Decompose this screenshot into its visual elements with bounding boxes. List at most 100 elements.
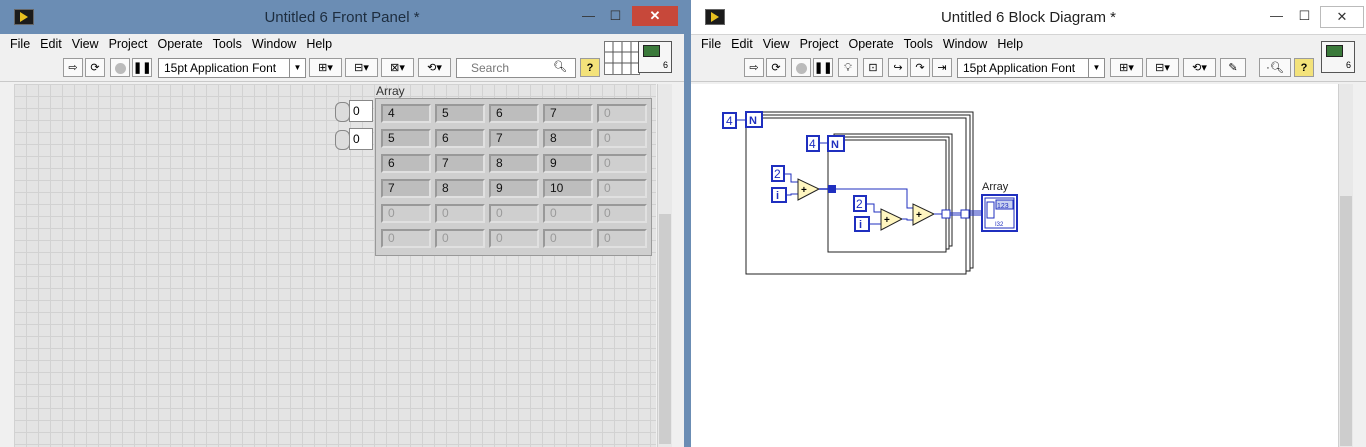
help-icon[interactable]: ? bbox=[580, 58, 600, 77]
menu-tools[interactable]: Tools bbox=[213, 35, 242, 53]
index-column-value[interactable]: 0 bbox=[349, 128, 373, 150]
distribute-objects-icon[interactable]: ⊟▾ bbox=[345, 58, 378, 77]
input-tunnel[interactable] bbox=[828, 185, 836, 193]
font-select[interactable]: 15pt Application Font ▼ bbox=[158, 58, 306, 78]
array-cell[interactable]: 0 bbox=[489, 229, 539, 248]
menu-operate[interactable]: Operate bbox=[848, 35, 893, 53]
block-diagram-vertical-scrollbar[interactable] bbox=[1338, 84, 1353, 447]
menu-file[interactable]: File bbox=[701, 35, 721, 53]
block-diagram-titlebar[interactable]: Untitled 6 Block Diagram * — ☐ ✕ bbox=[691, 0, 1366, 35]
menu-tools[interactable]: Tools bbox=[904, 35, 933, 53]
array-cell[interactable]: 0 bbox=[597, 104, 647, 123]
menu-help[interactable]: Help bbox=[306, 35, 332, 53]
run-continuously-icon[interactable]: ⟳ bbox=[766, 58, 786, 77]
array-cell[interactable]: 0 bbox=[435, 204, 485, 223]
abort-icon[interactable] bbox=[791, 58, 811, 77]
highlight-execution-icon[interactable]: 💡︎ bbox=[838, 58, 858, 77]
menu-view[interactable]: View bbox=[72, 35, 99, 53]
menu-edit[interactable]: Edit bbox=[40, 35, 62, 53]
clean-up-diagram-icon[interactable]: ✎ bbox=[1220, 58, 1246, 77]
array-cell[interactable]: 8 bbox=[435, 179, 485, 198]
array-cell[interactable]: 0 bbox=[597, 229, 647, 248]
index-spinner-icon[interactable] bbox=[335, 102, 350, 122]
array-cell[interactable]: 0 bbox=[435, 229, 485, 248]
array-cell[interactable]: 9 bbox=[543, 154, 593, 173]
scrollbar-thumb[interactable] bbox=[1340, 196, 1352, 446]
close-button[interactable]: ✕ bbox=[632, 6, 678, 26]
array-cell[interactable]: 0 bbox=[597, 204, 647, 223]
step-into-icon[interactable]: ↪ bbox=[888, 58, 908, 77]
menu-operate[interactable]: Operate bbox=[157, 35, 202, 53]
array-cell[interactable]: 10 bbox=[543, 179, 593, 198]
pause-icon[interactable]: ❚❚ bbox=[813, 58, 833, 77]
scrollbar-thumb[interactable] bbox=[659, 214, 671, 444]
array-cell[interactable]: 7 bbox=[435, 154, 485, 173]
pause-icon[interactable]: ❚❚ bbox=[132, 58, 152, 77]
step-out-icon[interactable]: ⇥ bbox=[932, 58, 952, 77]
inner-output-tunnel[interactable] bbox=[941, 209, 951, 219]
array-cell[interactable]: 0 bbox=[489, 204, 539, 223]
maximize-button[interactable]: ☐ bbox=[1291, 6, 1318, 26]
array-cell[interactable]: 9 bbox=[489, 179, 539, 198]
array-cell[interactable]: 0 bbox=[543, 229, 593, 248]
maximize-button[interactable]: ☐ bbox=[602, 6, 629, 26]
menu-file[interactable]: File bbox=[10, 35, 30, 53]
array-cell[interactable]: 7 bbox=[489, 129, 539, 148]
block-diagram-canvas[interactable]: 4 N 4 N 2 i + 2 i + + Array 123 I32 bbox=[691, 84, 1339, 447]
array-cell[interactable]: 0 bbox=[381, 204, 431, 223]
front-panel-titlebar[interactable]: Untitled 6 Front Panel * — ☐ ✕ bbox=[0, 0, 684, 34]
array-index-row[interactable]: 0 bbox=[335, 100, 373, 122]
minimize-button[interactable]: — bbox=[575, 6, 602, 26]
run-arrow-icon[interactable]: ⇨ bbox=[744, 58, 764, 77]
menu-edit[interactable]: Edit bbox=[731, 35, 753, 53]
array-cell[interactable]: 0 bbox=[597, 154, 647, 173]
array-cell[interactable]: 8 bbox=[489, 154, 539, 173]
vi-icon[interactable]: 6 bbox=[638, 41, 672, 73]
resize-objects-icon[interactable]: ⊠▾ bbox=[381, 58, 414, 77]
array-index-column[interactable]: 0 bbox=[335, 128, 373, 150]
distribute-objects-icon[interactable]: ⊟▾ bbox=[1146, 58, 1179, 77]
retain-wire-values-icon[interactable]: ⊡ bbox=[863, 58, 883, 77]
vi-icon[interactable]: 6 bbox=[1321, 41, 1355, 73]
inner-for-loop[interactable] bbox=[827, 139, 947, 253]
help-icon[interactable]: ? bbox=[1294, 58, 1314, 77]
array-cell[interactable]: 6 bbox=[435, 129, 485, 148]
array-cell[interactable]: 8 bbox=[543, 129, 593, 148]
array-cell[interactable]: 5 bbox=[435, 104, 485, 123]
menu-view[interactable]: View bbox=[763, 35, 790, 53]
menu-window[interactable]: Window bbox=[252, 35, 296, 53]
align-objects-icon[interactable]: ⊞▾ bbox=[1110, 58, 1143, 77]
index-row-value[interactable]: 0 bbox=[349, 100, 373, 122]
array-cell[interactable]: 6 bbox=[489, 104, 539, 123]
array-cell[interactable]: 0 bbox=[597, 179, 647, 198]
connector-pane[interactable] bbox=[604, 41, 640, 75]
outer-output-tunnel[interactable] bbox=[960, 209, 970, 219]
minimize-button[interactable]: — bbox=[1263, 6, 1290, 26]
array-cell[interactable]: 5 bbox=[381, 129, 431, 148]
array-cell[interactable]: 0 bbox=[597, 129, 647, 148]
array-cell[interactable]: 0 bbox=[543, 204, 593, 223]
align-objects-icon[interactable]: ⊞▾ bbox=[309, 58, 342, 77]
abort-icon[interactable] bbox=[110, 58, 130, 77]
array-cell[interactable]: 0 bbox=[381, 229, 431, 248]
array-indicator[interactable]: 4 5 6 7 0 5 6 7 8 0 6 7 8 9 0 7 8 9 10 0 0 0 0 0 0 0 0 0 0 0 bbox=[375, 98, 652, 256]
step-over-icon[interactable]: ↷ bbox=[910, 58, 930, 77]
close-button[interactable]: ✕ bbox=[1320, 6, 1364, 28]
menu-window[interactable]: Window bbox=[943, 35, 987, 53]
array-cell[interactable]: 6 bbox=[381, 154, 431, 173]
menu-project[interactable]: Project bbox=[800, 35, 839, 53]
array-cell[interactable]: 7 bbox=[543, 104, 593, 123]
reorder-icon[interactable]: ⟲▾ bbox=[1183, 58, 1216, 77]
array-cell[interactable]: 4 bbox=[381, 104, 431, 123]
reorder-icon[interactable]: ⟲▾ bbox=[418, 58, 451, 77]
font-select[interactable]: 15pt Application Font ▼ bbox=[957, 58, 1105, 78]
array-cell[interactable]: 7 bbox=[381, 179, 431, 198]
menu-help[interactable]: Help bbox=[997, 35, 1023, 53]
run-arrow-icon[interactable]: ⇨ bbox=[63, 58, 83, 77]
magnifier-icon[interactable]: ·🔍︎ bbox=[1259, 58, 1291, 77]
index-spinner-icon[interactable] bbox=[335, 130, 350, 150]
menu-project[interactable]: Project bbox=[109, 35, 148, 53]
magnifier-icon[interactable]: 🔍︎ bbox=[549, 58, 571, 77]
run-continuously-icon[interactable]: ⟳ bbox=[85, 58, 105, 77]
front-panel-vertical-scrollbar[interactable] bbox=[657, 84, 672, 447]
